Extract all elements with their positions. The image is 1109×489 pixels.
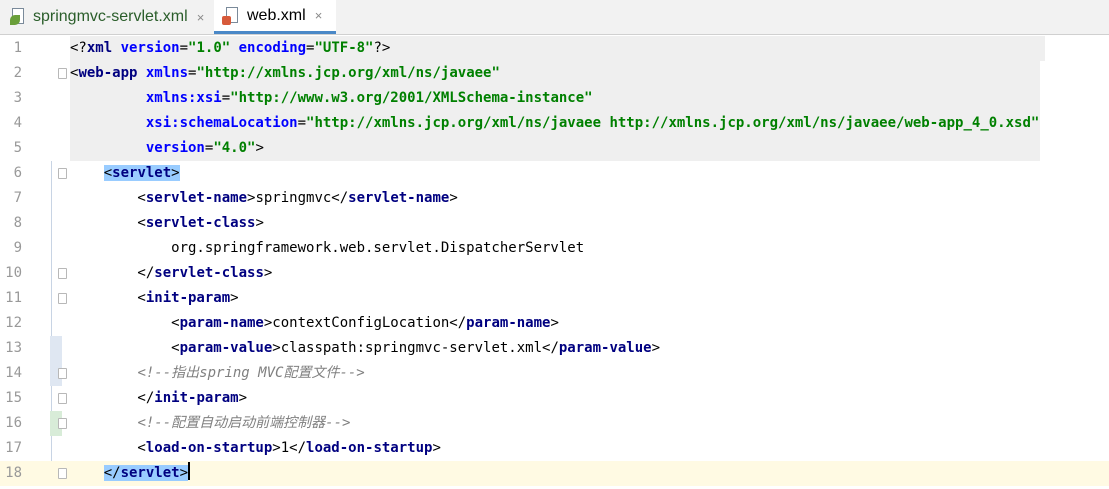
code-text: <init-param>: [70, 290, 239, 306]
line-number: 2: [13, 65, 22, 81]
code-line[interactable]: 9 org.springframework.web.servlet.Dispat…: [0, 236, 1109, 261]
code-text: xmlns:xsi="http://www.w3.org/2001/XMLSch…: [145, 90, 593, 106]
line-number: 3: [13, 90, 22, 106]
line-number: 15: [5, 390, 22, 406]
code-text: </servlet>: [70, 461, 191, 486]
code-line[interactable]: 4 xsi:schemaLocation="http://xmlns.jcp.o…: [0, 111, 1109, 136]
text-caret: [188, 462, 191, 480]
line-number: 9: [13, 240, 22, 256]
code-line[interactable]: 7 <servlet-name>springmvc</servlet-name>: [0, 186, 1109, 211]
code-line[interactable]: 17 <load-on-startup>1</load-on-startup>: [0, 436, 1109, 461]
fold-toggle-icon[interactable]: [58, 293, 67, 304]
fold-toggle-icon[interactable]: [58, 393, 67, 404]
line-number: 12: [5, 315, 22, 331]
code-text: xsi:schemaLocation="http://xmlns.jcp.org…: [145, 115, 1040, 131]
line-number: 14: [5, 365, 22, 381]
fold-toggle-icon[interactable]: [58, 468, 67, 479]
close-icon[interactable]: ×: [315, 8, 323, 23]
code-line[interactable]: 10 </servlet-class>: [0, 261, 1109, 286]
code-text: </servlet-class>: [70, 265, 273, 281]
code-text: <web-app xmlns="http://xmlns.jcp.org/xml…: [70, 65, 500, 81]
change-marker: [50, 336, 62, 361]
code-line[interactable]: 15 </init-param>: [0, 386, 1109, 411]
line-number: 5: [13, 140, 22, 156]
code-text: <param-name>contextConfigLocation</param…: [70, 315, 559, 331]
code-text: <servlet-class>: [70, 215, 264, 231]
line-number: 16: [5, 415, 22, 431]
code-text: <?xml version="1.0" encoding="UTF-8"?>: [70, 40, 391, 56]
code-text: <!--配置自动启动前端控制器-->: [137, 415, 351, 431]
line-number: 13: [5, 340, 22, 356]
code-line[interactable]: 1 <?xml version="1.0" encoding="UTF-8"?>: [0, 36, 1109, 61]
xml-file-icon: [222, 6, 240, 25]
line-number: 1: [13, 40, 22, 56]
fold-toggle-icon[interactable]: [58, 68, 67, 79]
code-text: <servlet-name>springmvc</servlet-name>: [70, 190, 458, 206]
code-line[interactable]: 2 <web-app xmlns="http://xmlns.jcp.org/xm…: [0, 61, 1109, 86]
fold-toggle-icon[interactable]: [58, 368, 67, 379]
code-editor[interactable]: 1 <?xml version="1.0" encoding="UTF-8"?> 2…: [0, 36, 1109, 489]
code-text: <!--指出spring MVC配置文件-->: [137, 365, 365, 381]
line-number: 17: [5, 440, 22, 456]
code-line[interactable]: 5 version="4.0">: [0, 136, 1109, 161]
fold-toggle-icon[interactable]: [58, 268, 67, 279]
line-number: 18: [5, 465, 22, 481]
code-text: <param-value>classpath:springmvc-servlet…: [70, 340, 661, 356]
spring-xml-file-icon: [10, 8, 26, 26]
line-number: 10: [5, 265, 22, 281]
line-number: 11: [5, 290, 22, 306]
code-line[interactable]: 8 <servlet-class>: [0, 211, 1109, 236]
code-line[interactable]: 14 <!--指出spring MVC配置文件-->: [0, 361, 1109, 386]
code-text: version="4.0">: [145, 140, 264, 156]
fold-toggle-icon[interactable]: [58, 168, 67, 179]
tab-springmvc-servlet-xml[interactable]: springmvc-servlet.xml ×: [0, 0, 214, 34]
tab-label: springmvc-servlet.xml: [33, 8, 188, 25]
tab-web-xml[interactable]: web.xml ×: [214, 0, 336, 34]
code-text: <servlet>: [70, 161, 180, 186]
matched-tag-highlight: </servlet>: [103, 465, 189, 481]
line-number: 7: [13, 190, 22, 206]
tab-label: web.xml: [247, 6, 306, 24]
code-line[interactable]: 13 <param-value>classpath:springmvc-serv…: [0, 336, 1109, 361]
code-text: <load-on-startup>1</load-on-startup>: [70, 440, 441, 456]
code-text: org.springframework.web.servlet.Dispatch…: [70, 240, 585, 256]
line-number: 6: [13, 165, 22, 181]
line-number: 4: [13, 115, 22, 131]
editor-tab-bar: springmvc-servlet.xml × web.xml ×: [0, 0, 1109, 35]
code-line[interactable]: 3 xmlns:xsi="http://www.w3.org/2001/XMLS…: [0, 86, 1109, 111]
matched-tag-highlight: <servlet>: [103, 165, 180, 181]
line-number: 8: [13, 215, 22, 231]
code-line[interactable]: 11 <init-param>: [0, 286, 1109, 311]
code-line[interactable]: 16 <!--配置自动启动前端控制器-->: [0, 411, 1109, 436]
code-line[interactable]: 18 </servlet>: [0, 461, 1109, 486]
close-icon[interactable]: ×: [197, 10, 205, 25]
code-text: </init-param>: [70, 390, 248, 406]
code-line[interactable]: 12 <param-name>contextConfigLocation</pa…: [0, 311, 1109, 336]
fold-toggle-icon[interactable]: [58, 418, 67, 429]
code-line[interactable]: 6 <servlet>: [0, 161, 1109, 186]
